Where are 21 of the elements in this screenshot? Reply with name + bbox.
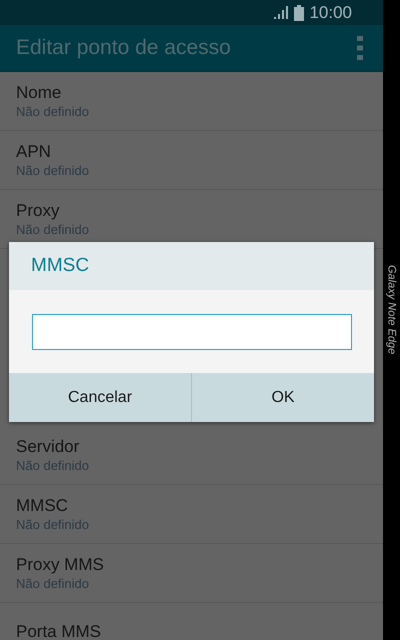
setting-value: Não definido [16, 162, 90, 178]
setting-value: Não definido [16, 516, 90, 532]
setting-title[interactable]: Proxy [16, 200, 383, 220]
setting-title[interactable]: Nome [16, 82, 383, 102]
setting-value: Não definido [16, 102, 90, 120]
setting-value: Não definido [16, 456, 90, 474]
input-field[interactable] [32, 314, 352, 350]
status-time: 10:00 [309, 2, 352, 22]
signal-icon [273, 6, 290, 20]
setting-title[interactable]: Proxy MMS [16, 554, 383, 574]
setting-title[interactable]: Porta MMS [16, 622, 383, 640]
setting-title[interactable]: Servidor [16, 436, 383, 456]
battery-icon [294, 4, 304, 20]
edge-label: Galaxy Note Edge [386, 265, 398, 354]
screen-title: Editar ponto de acesso [16, 36, 231, 60]
more-options-icon[interactable] [357, 36, 363, 60]
setting-title[interactable]: MMSC [16, 496, 383, 516]
dialog-title: MMSC [31, 255, 90, 277]
setting-value: Não definido [16, 574, 90, 592]
setting-title[interactable]: APN [16, 142, 383, 162]
setting-value: Não definido [16, 220, 90, 238]
